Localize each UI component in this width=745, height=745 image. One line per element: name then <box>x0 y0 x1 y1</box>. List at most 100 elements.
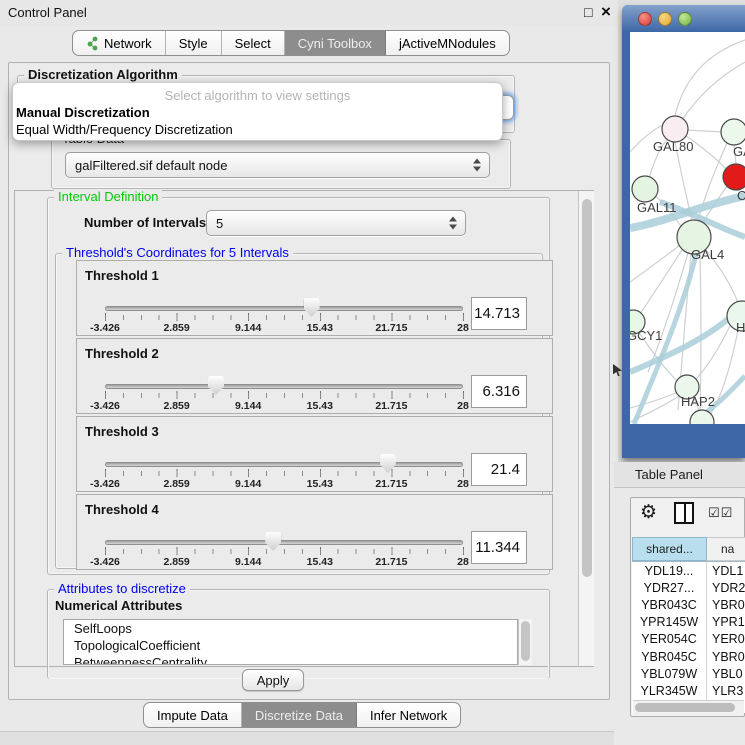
numerical-attributes-list[interactable]: SelfLoops TopologicalCoefficient Between… <box>63 619 518 665</box>
tab-jactivemnodules-label: jActiveMNodules <box>399 36 496 51</box>
threshold-1-slider-thumb[interactable] <box>304 298 320 317</box>
network-window-titlebar[interactable] <box>622 5 745 32</box>
threshold-1-value-field[interactable]: 14.713 <box>471 297 527 330</box>
tick-label: 15.43 <box>307 322 333 334</box>
option-manual-discretization[interactable]: Manual Discretization <box>16 105 150 120</box>
option-equal-width-frequency[interactable]: Equal Width/Frequency Discretization <box>16 122 233 137</box>
threshold-4-value-field[interactable]: 11.344 <box>471 531 527 564</box>
slider-scale-labels: -3.426 2.859 9.144 15.43 21.715 28 <box>105 322 463 334</box>
apply-button[interactable]: Apply <box>242 669 304 691</box>
float-panel-icon[interactable]: □ <box>584 4 592 20</box>
tick-label: 21.715 <box>375 478 407 490</box>
table-data-combobox[interactable]: galFiltered.sif default node <box>65 152 490 178</box>
tab-cyni-toolbox[interactable]: Cyni Toolbox <box>285 31 386 55</box>
threshold-2-value-field[interactable]: 6.316 <box>471 375 527 408</box>
tick-label: 21.715 <box>375 556 407 568</box>
gear-icon[interactable]: ⚙ <box>640 501 657 524</box>
threshold-2-row: Threshold 2 -3.426 2.859 9.144 15.43 21.… <box>76 338 553 414</box>
algorithm-popup-hint: Select algorithm to view settings <box>13 88 502 103</box>
tick-label: 15.43 <box>307 556 333 568</box>
discretization-algorithm-label: Discretization Algorithm <box>24 67 182 82</box>
tab-impute-data[interactable]: Impute Data <box>144 703 242 727</box>
table-row[interactable]: YER054CYER0 <box>632 631 745 648</box>
table-row[interactable]: YBR043CYBR0 <box>632 596 745 613</box>
tick-label: 21.715 <box>375 400 407 412</box>
combo-arrows-icon <box>473 159 481 172</box>
column-layout-icon[interactable] <box>674 502 694 524</box>
table-row[interactable]: YPR145WYPR1 <box>632 614 745 631</box>
select-columns-checkboxes-icon[interactable]: ☑☑ <box>708 505 733 521</box>
node-label-gcy1: GCY1 <box>630 328 662 343</box>
network-canvas[interactable]: GAL80 GA C GAL11 GAL4 GCY1 H HAP2 <box>630 32 745 424</box>
tab-jactivemnodules[interactable]: jActiveMNodules <box>386 31 509 55</box>
node-label-cut: H <box>736 320 745 335</box>
table-row[interactable]: YBL079WYBL0 <box>632 665 745 682</box>
list-item[interactable]: TopologicalCoefficient <box>64 637 517 654</box>
slider-scale-labels: -3.426 2.859 9.144 15.43 21.715 28 <box>105 556 463 568</box>
bottom-strip <box>0 732 618 745</box>
threshold-4-slider-thumb[interactable] <box>265 532 281 551</box>
algorithm-dropdown-popup: Select algorithm to view settings Manual… <box>12 82 503 141</box>
settings-scrollbar[interactable] <box>578 191 594 666</box>
threshold-2-label: Threshold 2 <box>85 346 159 361</box>
cell: YDL19... <box>632 562 707 579</box>
tick-label: 2.859 <box>163 400 189 412</box>
list-item[interactable]: BetweennessCentrality <box>64 654 517 665</box>
tick-label: 2.859 <box>163 556 189 568</box>
table-row[interactable]: YBR045CYBR0 <box>632 648 745 665</box>
zoom-traffic-light[interactable] <box>678 12 692 26</box>
number-of-intervals-label: Number of Intervals <box>84 215 206 230</box>
threshold-3-slider-thumb[interactable] <box>380 454 396 473</box>
tick-label: 15.43 <box>307 478 333 490</box>
threshold-3-row: Threshold 3 -3.426 2.859 9.144 15.43 21.… <box>76 416 553 492</box>
tick-label: 9.144 <box>235 478 261 490</box>
tab-select-label: Select <box>235 36 271 51</box>
cell: YLR345W <box>632 682 707 699</box>
tick-label: 21.715 <box>375 322 407 334</box>
tab-network[interactable]: Network <box>73 31 166 55</box>
cell: YDL1 <box>707 562 745 579</box>
tab-impute-data-label: Impute Data <box>157 708 228 723</box>
cell: YPR1 <box>707 614 745 631</box>
list-item[interactable]: SelfLoops <box>64 620 517 637</box>
number-of-intervals-combobox[interactable]: 5 <box>206 210 466 236</box>
cell: YBL0 <box>707 665 745 682</box>
tick-label: 28 <box>457 322 469 334</box>
tick-label: -3.426 <box>90 400 120 412</box>
table-row[interactable]: YDL19...YDL1 <box>632 562 745 579</box>
attributes-list-scrollbar[interactable] <box>518 619 532 665</box>
tab-select[interactable]: Select <box>222 31 285 55</box>
close-panel-icon[interactable]: × <box>601 2 611 22</box>
tab-discretize-data-label: Discretize Data <box>255 708 343 723</box>
cell: YDR27... <box>632 579 707 596</box>
column-header-shared-name[interactable]: shared... <box>632 537 707 561</box>
threshold-4-row: Threshold 4 -3.426 2.859 9.144 15.43 21.… <box>76 494 553 570</box>
node-red-selected[interactable] <box>723 164 745 190</box>
close-traffic-light[interactable] <box>638 12 652 26</box>
tick-label: 15.43 <box>307 400 333 412</box>
table-row[interactable]: YDR27...YDR2 <box>632 579 745 596</box>
tab-discretize-data[interactable]: Discretize Data <box>242 703 357 727</box>
table-horizontal-scrollbar[interactable] <box>633 700 744 713</box>
cell: YER0 <box>707 631 745 648</box>
tick-label: 2.859 <box>163 478 189 490</box>
node-top-right[interactable] <box>721 119 745 145</box>
tick-label: 9.144 <box>235 400 261 412</box>
node-label-cut: C <box>737 188 745 203</box>
node-label-gal80: GAL80 <box>653 139 693 154</box>
node-label-gal4: GAL4 <box>691 247 724 262</box>
table-data-value: galFiltered.sif default node <box>75 158 227 173</box>
threshold-2-slider-thumb[interactable] <box>208 376 224 395</box>
tab-style[interactable]: Style <box>166 31 222 55</box>
column-header-name[interactable]: na <box>707 537 745 561</box>
attributes-group-label: Attributes to discretize <box>54 581 190 596</box>
node-gal11[interactable] <box>632 176 658 202</box>
threshold-3-value-field[interactable]: 21.4 <box>471 453 527 486</box>
tick-label: -3.426 <box>90 322 120 334</box>
node-label-hap2: HAP2 <box>681 394 715 409</box>
table-row[interactable]: YLR345WYLR3 <box>632 682 745 699</box>
tab-infer-network[interactable]: Infer Network <box>357 703 460 727</box>
cell: YBR045C <box>632 648 707 665</box>
network-view-window: GAL80 GA C GAL11 GAL4 GCY1 H HAP2 <box>622 5 745 458</box>
minimize-traffic-light[interactable] <box>658 12 672 26</box>
